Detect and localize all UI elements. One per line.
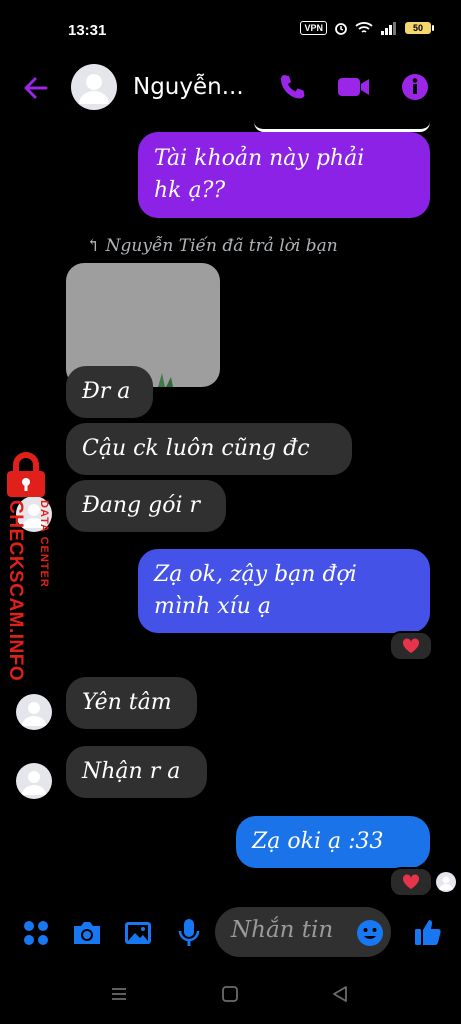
like-button[interactable] [413, 916, 443, 952]
emoji-icon [357, 920, 383, 946]
call-button[interactable] [278, 72, 306, 106]
camera-icon [74, 922, 100, 944]
avatar-placeholder-icon [22, 771, 46, 795]
voice-button[interactable] [177, 917, 201, 953]
status-time: 13:31 [68, 22, 107, 39]
gallery-icon [125, 922, 151, 944]
more-actions-button[interactable] [22, 919, 50, 951]
status-icons: VPN 50 [300, 21, 434, 35]
contact-avatar[interactable] [71, 64, 117, 110]
seen-avatar [436, 872, 456, 892]
avatar-placeholder-icon [439, 876, 453, 890]
message-text: Yên tâm [82, 690, 172, 715]
avatar-placeholder-icon [22, 702, 46, 726]
battery-icon: 50 [405, 22, 434, 34]
lock-icon [7, 452, 45, 497]
menu-lines-icon [112, 988, 126, 1000]
message-outgoing-3[interactable]: Zạ oki ạ :33 [236, 816, 430, 868]
watermark-brand: CHECKSCAM.INFO [5, 500, 26, 682]
heart-icon [402, 874, 420, 889]
nav-back-button[interactable] [331, 985, 349, 1007]
emoji-button[interactable] [356, 919, 384, 951]
message-incoming-1[interactable]: Đr a [66, 366, 153, 418]
vpn-badge: VPN [300, 21, 327, 35]
back-triangle-icon [333, 986, 347, 1002]
watermark-brand-wrap: CHECKSCAM.INFO [2, 500, 26, 682]
phone-icon [281, 75, 305, 99]
avatar-placeholder-icon [79, 74, 109, 104]
message-text: Đr a [82, 379, 131, 404]
message-text: mình xíu ạ [154, 594, 271, 619]
back-button[interactable] [22, 74, 50, 106]
reaction-badge[interactable] [389, 867, 433, 897]
message-incoming-3[interactable]: Đang gói r [66, 480, 226, 532]
reaction-badge[interactable] [389, 631, 433, 661]
contact-name[interactable]: Nguyễn... [133, 74, 244, 100]
heart-icon [402, 638, 420, 653]
info-button[interactable] [401, 72, 429, 106]
message-outgoing-1[interactable]: Tài khoản này phải hk ạ?? [138, 132, 430, 218]
microphone-icon [178, 919, 200, 946]
sender-avatar[interactable] [16, 763, 52, 799]
message-incoming-2[interactable]: Cậu ck luôn cũng đc [66, 423, 352, 475]
message-incoming-5[interactable]: Nhận r a [66, 746, 207, 798]
message-incoming-4[interactable]: Yên tâm [66, 677, 197, 729]
home-square-icon [222, 986, 238, 1002]
message-text: Cậu ck luôn cũng đc [82, 436, 310, 461]
wifi-icon [355, 22, 373, 33]
back-arrow-icon [24, 77, 48, 99]
video-call-button[interactable] [337, 72, 371, 106]
signal-icon [381, 22, 396, 35]
message-text: Zạ oki ạ :33 [252, 829, 384, 854]
message-text: Đang gói r [82, 493, 200, 518]
reply-note: ↰ Nguyễn Tiến đã trả lời bạn [86, 236, 338, 256]
like-icon [415, 920, 441, 945]
watermark-lock [4, 452, 48, 502]
message-text: hk ạ?? [154, 178, 226, 203]
alarm-icon [335, 23, 347, 35]
watermark-subtitle-wrap: DATA CENTER [30, 500, 54, 610]
watermark-subtitle: DATA CENTER [38, 500, 50, 588]
message-text: Tài khoản này phải [154, 146, 365, 171]
nav-home-button[interactable] [221, 985, 239, 1007]
message-input-placeholder: Nhắn tin [231, 917, 334, 943]
nav-recents-button[interactable] [110, 985, 128, 1007]
camera-button[interactable] [71, 919, 103, 951]
info-icon [402, 74, 428, 100]
gallery-button[interactable] [123, 919, 153, 951]
message-text: Zạ ok, zậy bạn đợi [154, 562, 357, 587]
message-outgoing-2[interactable]: Zạ ok, zậy bạn đợi mình xíu ạ [138, 549, 430, 633]
message-text: Nhận r a [82, 759, 181, 784]
video-icon [338, 78, 369, 96]
menu-dots-icon [24, 921, 48, 945]
previous-message-edge [254, 119, 430, 132]
sender-avatar[interactable] [16, 694, 52, 730]
